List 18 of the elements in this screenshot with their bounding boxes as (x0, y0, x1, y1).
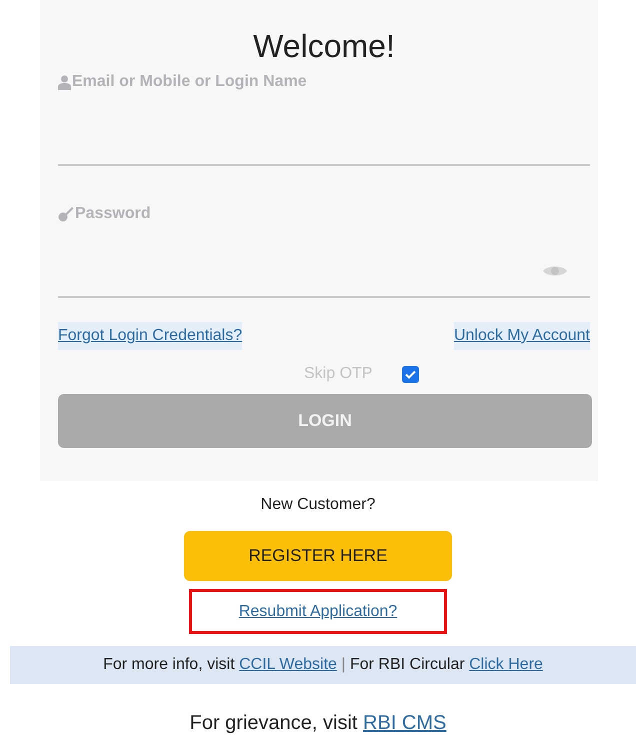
title-text: Welcome! (252, 30, 396, 62)
link[interactable]: CCIL Website (239, 656, 337, 673)
user-icon (58, 74, 71, 90)
field-label: Password (75, 204, 151, 224)
info-bar: For more info, visit CCIL Website | For RBI Circular Click Here (10, 646, 636, 684)
link[interactable]: Click Here (469, 656, 543, 673)
field-label: Email or Mobile or Login Name (72, 72, 307, 92)
forgot-credentials-link[interactable]: Forgot Login Credentials? (58, 322, 242, 350)
register-button[interactable]: REGISTER HERE (184, 531, 452, 581)
link[interactable]: RBI CMS (363, 712, 446, 734)
resubmit-application-link[interactable]: Resubmit Application? (189, 589, 447, 634)
checkmark-icon (405, 370, 416, 378)
new-customer-text: New Customer? (260, 495, 376, 515)
grievance-text: For grievance, visit RBI CMS (188, 711, 448, 735)
unlock-account-link[interactable]: Unlock My Account (454, 322, 590, 350)
key-icon (58, 206, 74, 222)
eye-icon[interactable] (542, 264, 568, 278)
skip-otp-checkbox[interactable] (402, 366, 420, 382)
